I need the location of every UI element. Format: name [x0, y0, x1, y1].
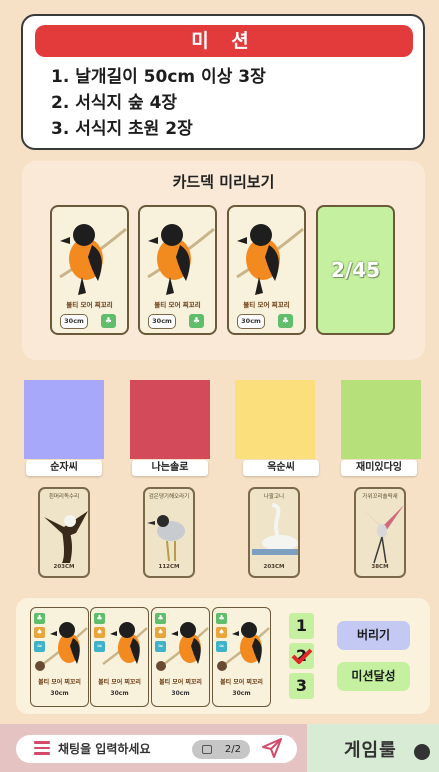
hand-card[interactable]: ♣ ♠ ≈ 볼티 모어 찌꼬리 30cm [151, 607, 210, 707]
mission-item: 3. 서식지 초원 2장 [51, 119, 193, 139]
eagle-illustration [44, 511, 88, 563]
hand-card[interactable]: ♣ ♠ ≈ 볼티 모어 찌꼬리 30cm [90, 607, 149, 707]
player-name-2: 나는솔로 [132, 460, 208, 476]
deck-preview-title: 카드덱 미리보기 [172, 173, 275, 191]
wingspan-box: 30cm [60, 314, 88, 329]
forest-icon: ♣ [189, 314, 204, 328]
send-icon[interactable] [261, 737, 283, 759]
token-dot [217, 661, 227, 671]
deck-card[interactable]: 볼티 모어 찌꼬리 30cm ♣ [138, 205, 217, 335]
hand-card-size: 30cm [110, 690, 129, 697]
hand-card-name: 볼티 모어 찌꼬리 [159, 679, 202, 686]
mission-complete-button[interactable]: 미션달성 [337, 662, 410, 691]
oriole-illustration [102, 622, 148, 666]
deck-card-name: 볼티 모어 찌꼬리 [154, 301, 201, 309]
hand-card-size: 30cm [232, 690, 251, 697]
player-card-size: 203CM [53, 564, 75, 570]
mission-2-button[interactable]: 2 [289, 643, 314, 669]
player-card-4[interactable]: 가위꼬리솔딱새 38CM [354, 487, 406, 578]
hand-card-name: 볼티 모어 찌꼬리 [38, 679, 81, 686]
mission-item: 1. 날개길이 50cm 이상 3장 [51, 67, 266, 87]
mission-list: 1. 날개길이 50cm 이상 3장 2. 서식지 숲 4장 3. 서식지 초원… [51, 64, 266, 142]
page-indicator-text: 2/2 [224, 744, 241, 755]
page-indicator[interactable]: 2/2 [192, 740, 250, 759]
deck-card-name: 볼티 모어 찌꼬리 [66, 301, 113, 309]
menu-icon[interactable] [34, 741, 50, 755]
hand-card-name: 볼티 모어 찌꼬리 [98, 679, 141, 686]
token-dot [35, 661, 45, 671]
deck-card-name: 볼티 모어 찌꼬리 [243, 301, 290, 309]
player-card-size: 203CM [263, 564, 285, 570]
player-card-3[interactable]: 나팔고니 203CM [248, 487, 300, 578]
hand-card-name: 볼티 모어 찌꼬리 [220, 679, 263, 686]
check-icon [291, 648, 313, 664]
flycatcher-illustration [360, 505, 404, 564]
player-card-size: 112CM [158, 564, 180, 570]
mission-3-button[interactable]: 3 [289, 673, 314, 699]
fullscreen-icon[interactable] [414, 744, 430, 760]
deck-count-card[interactable]: 2/45 [316, 205, 395, 335]
hand-card[interactable]: ♣ ♠ ≈ 볼티 모어 찌꼬리 30cm [30, 607, 89, 707]
discard-button[interactable]: 버리기 [337, 621, 410, 650]
player-color-3 [235, 380, 315, 459]
player-color-1 [24, 380, 104, 459]
deck-card[interactable]: 볼티 모어 찌꼬리 30cm ♣ [227, 205, 306, 335]
deck-card[interactable]: 볼티 모어 찌꼬리 30cm ♣ [50, 205, 129, 335]
wingspan-box: 30cm [237, 314, 265, 329]
swan-illustration [252, 503, 298, 555]
mission-title: 미 션 [35, 25, 413, 57]
mission-panel: 미 션 1. 날개길이 50cm 이상 3장 2. 서식지 숲 4장 3. 서식… [21, 14, 425, 150]
hand-card[interactable]: ♣ ♠ ≈ 볼티 모어 찌꼬리 30cm [212, 607, 271, 707]
player-color-2 [130, 380, 210, 459]
player-name-4: 재미있다잉 [341, 460, 417, 476]
player-card-1[interactable]: 흰머리독수리 203CM [38, 487, 90, 578]
player-color-4 [341, 380, 421, 459]
oriole-illustration [59, 224, 127, 295]
oriole-illustration [236, 224, 304, 295]
forest-icon: ♣ [101, 314, 116, 328]
deck-preview-panel: 카드덱 미리보기 볼티 모어 찌꼬리 30cm ♣ 볼티 모어 찌꼬리 30cm… [22, 161, 425, 360]
player-name-3: 옥순씨 [243, 460, 319, 476]
gallery-icon [202, 745, 212, 754]
hand-card-size: 30cm [171, 690, 190, 697]
chat-placeholder: 채팅을 입력하세요 [58, 742, 151, 756]
oriole-illustration [147, 224, 215, 295]
hand-card-size: 30cm [50, 690, 69, 697]
player-card-2[interactable]: 검은댕기해오라기 112CM [143, 487, 195, 578]
heron-illustration [147, 515, 185, 562]
mission-item: 2. 서식지 숲 4장 [51, 93, 178, 113]
wingspan-box: 30cm [148, 314, 176, 329]
player-name-1: 순자씨 [26, 460, 102, 476]
mission-1-button[interactable]: 1 [289, 613, 314, 639]
token-dot [156, 661, 166, 671]
player-card-size: 38CM [371, 564, 389, 570]
rules-label: 게임룰 [344, 740, 397, 761]
forest-icon: ♣ [278, 314, 293, 328]
